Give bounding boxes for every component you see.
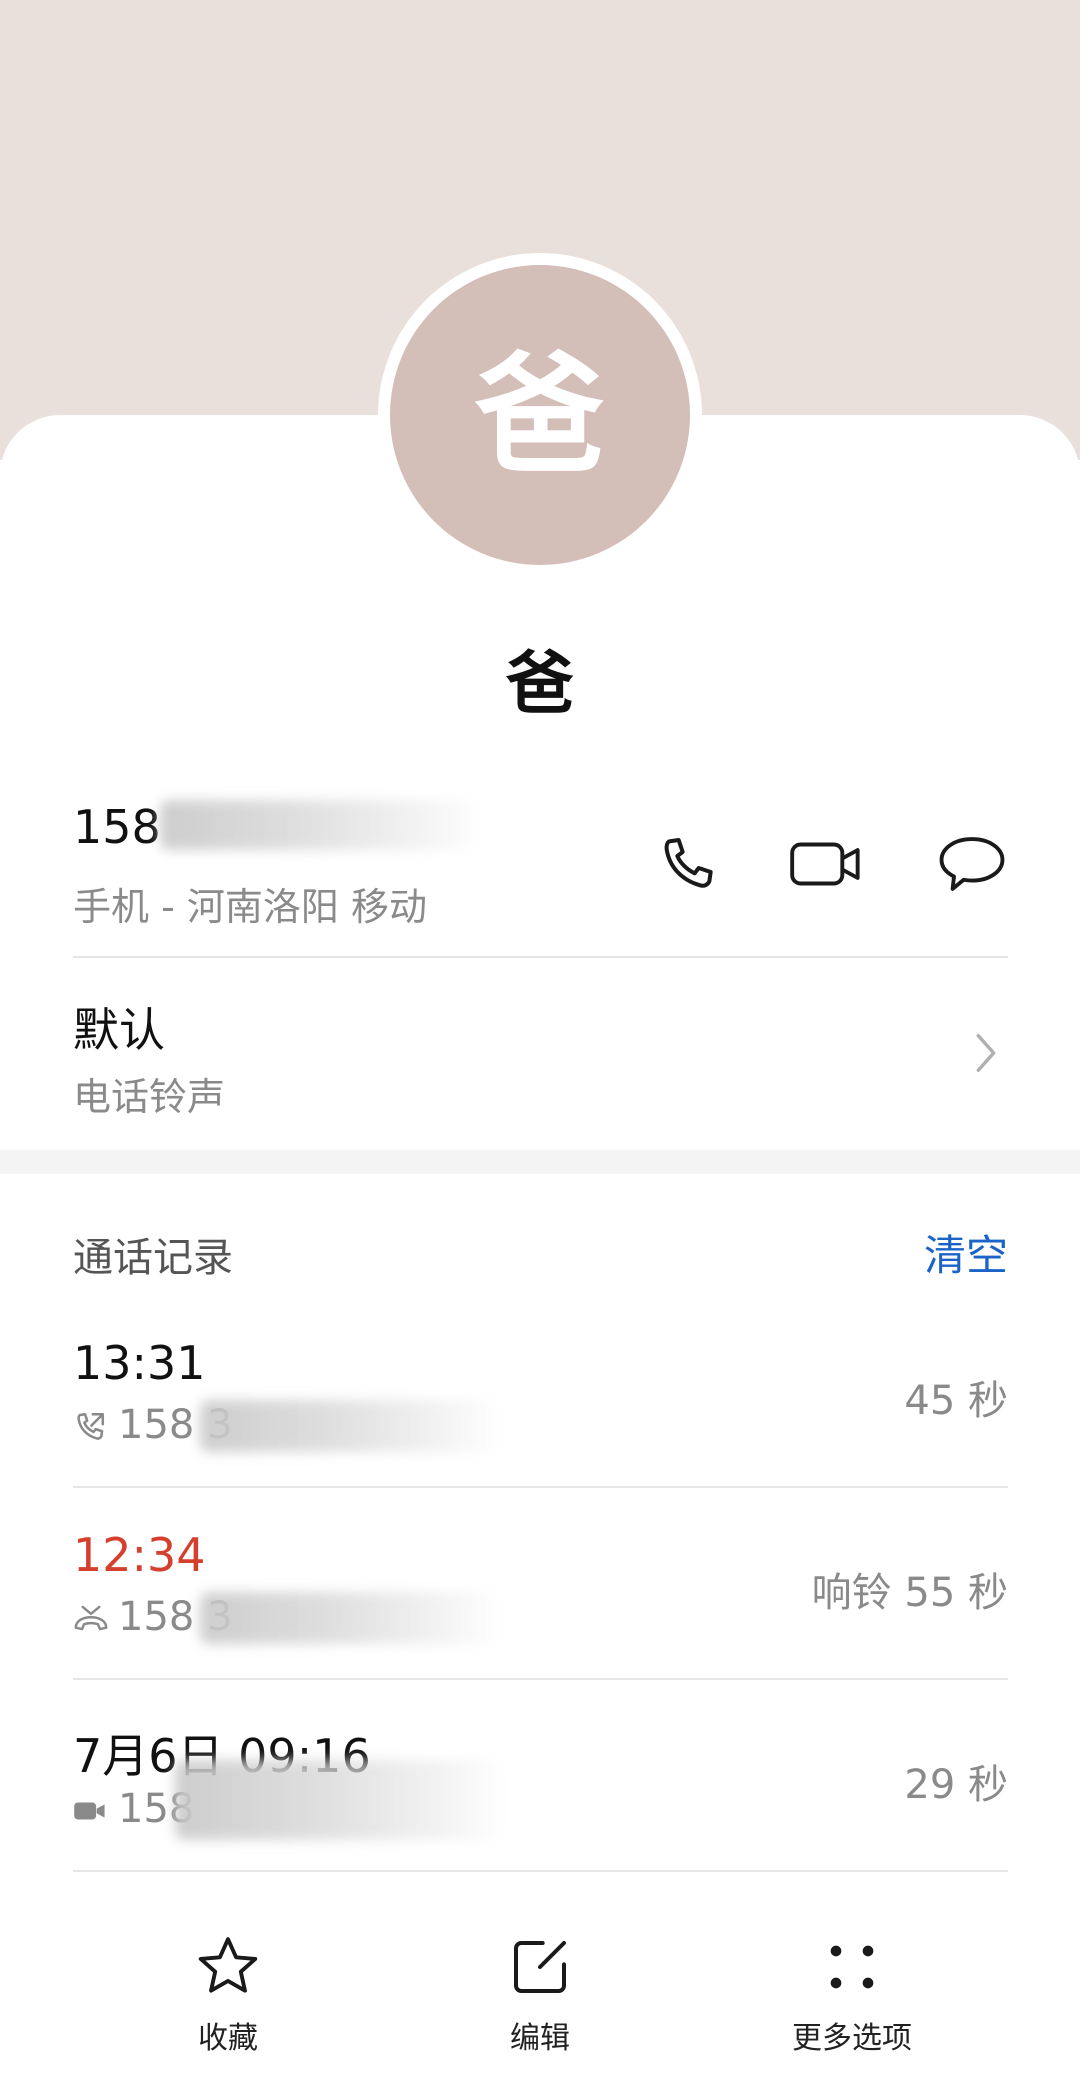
edit-label: 编辑 [510,2021,570,2056]
phone-number[interactable]: 158 [73,800,161,854]
contact-name: 爸 [505,645,574,724]
video-call-button[interactable] [785,824,869,904]
star-icon [198,1937,258,1993]
divider [73,1486,1008,1488]
call-button[interactable] [648,824,728,904]
ringtone-value[interactable]: 默认 [73,994,165,1060]
clear-log-button[interactable]: 清空 [924,1222,1008,1283]
edit-button[interactable]: 编辑 [440,1935,640,2057]
call-log-title: 通话记录 [73,1235,233,1281]
more-options-button[interactable]: 更多选项 [752,1935,952,2057]
log-duration: 45 秒 [904,1378,1008,1424]
missed-call-icon [73,1602,109,1638]
avatar-initial: 爸 [474,339,605,491]
edit-icon [514,1941,566,1993]
divider [73,956,1008,958]
video-icon [790,842,860,886]
redacted-region [200,1592,500,1644]
log-duration: 响铃 55 秒 [811,1570,1008,1616]
divider [73,1870,1008,1872]
log-time: 12:34 [73,1528,206,1582]
redacted-region [175,1760,505,1840]
video-call-icon [73,1798,107,1828]
redacted-region [160,800,480,850]
ringtone-label: 电话铃声 [73,1075,226,1119]
phone-label: 手机 - 河南洛阳 移动 [73,885,427,929]
log-duration: 29 秒 [904,1762,1008,1808]
phone-number-text: 158 [73,800,161,854]
avatar[interactable]: 爸 [390,265,690,565]
ringtone-chevron[interactable] [972,1030,1000,1080]
message-button[interactable] [930,824,1014,904]
chevron-right-icon [976,1034,996,1072]
redacted-region [200,1400,500,1452]
phone-icon [664,838,713,888]
log-time: 13:31 [73,1336,206,1390]
section-separator [0,1150,1080,1174]
more-dots-icon [830,1945,874,1989]
favorite-button[interactable]: 收藏 [128,1935,328,2057]
divider [73,1678,1008,1680]
more-options-label: 更多选项 [792,2021,912,2056]
favorite-label: 收藏 [198,2021,258,2056]
outgoing-call-icon [73,1410,107,1448]
message-icon [939,837,1005,891]
